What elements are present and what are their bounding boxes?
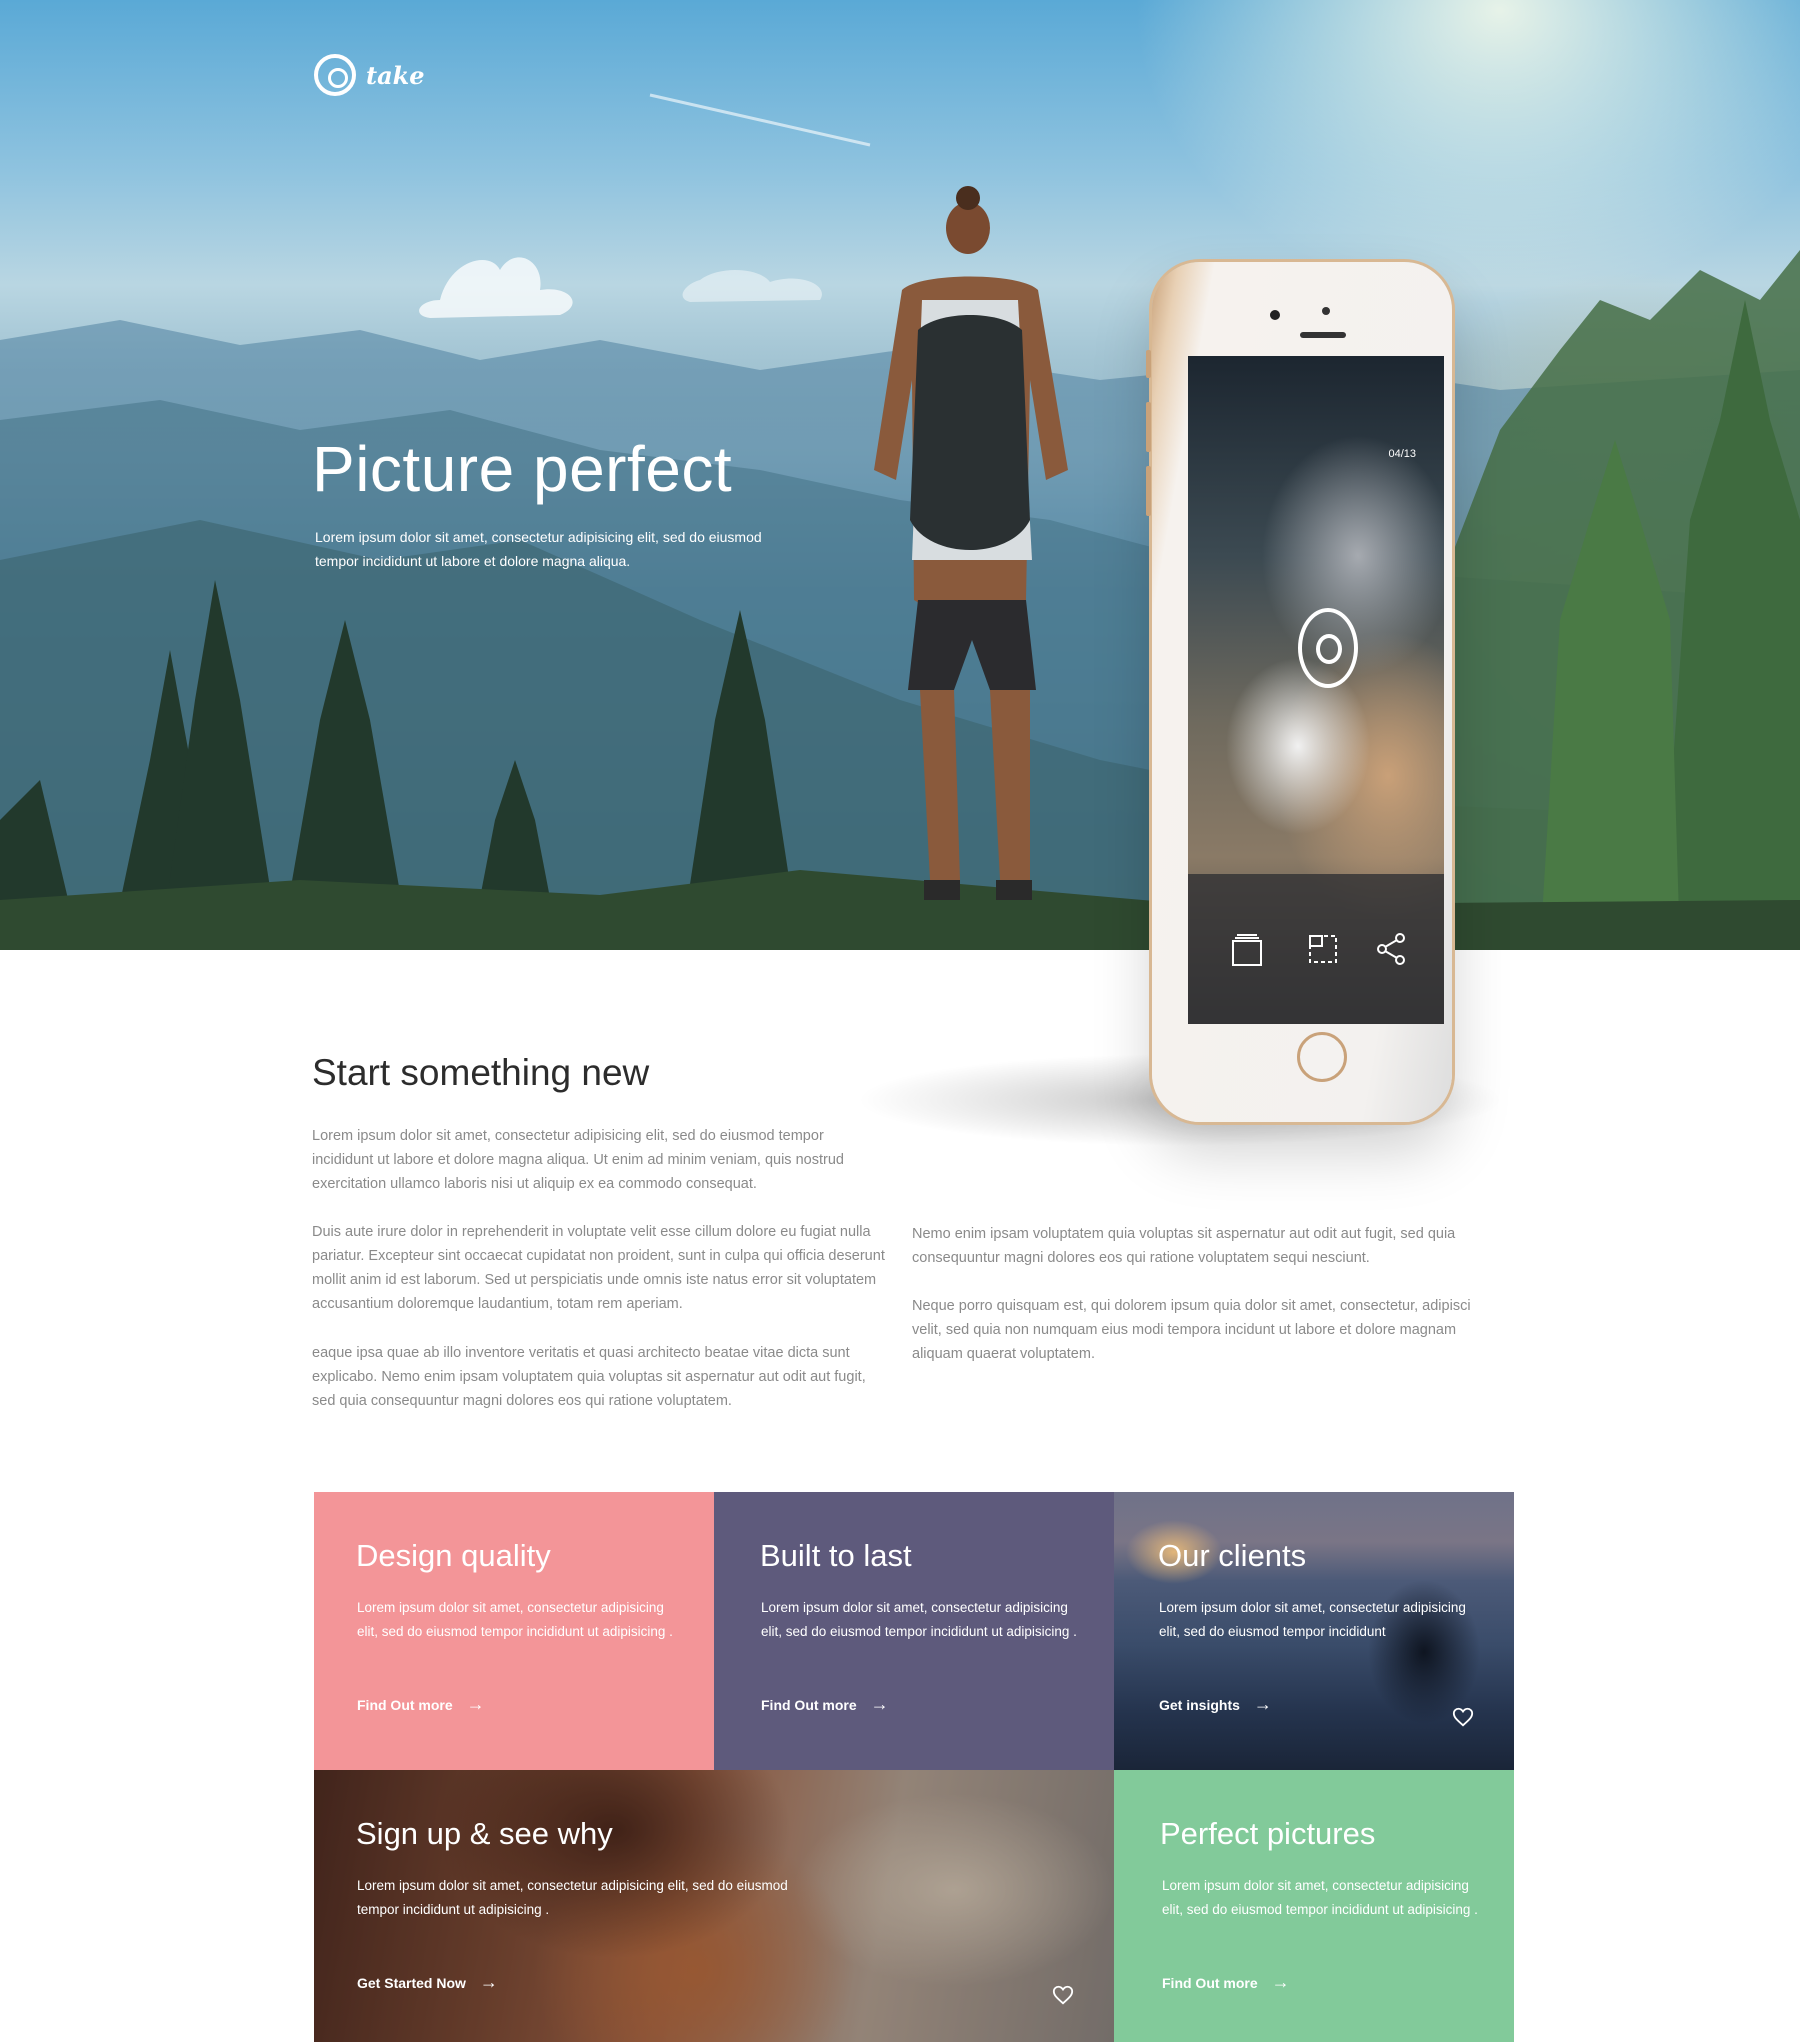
phone-speaker [1300,332,1346,338]
card-built-to-last: Built to last Lorem ipsum dolor sit amet… [714,1492,1114,1770]
cta-label: Get Started Now [357,1974,466,1991]
find-out-more-link[interactable]: Find Out more → [761,1694,889,1715]
card-title: Perfect pictures [1160,1816,1376,1851]
gallery-icon[interactable] [1230,932,1264,966]
crop-icon[interactable] [1306,932,1340,966]
arrow-right-icon: → [1253,1694,1272,1714]
phone-screen: 04/13 [1188,356,1444,1024]
phone-volume-down [1146,466,1151,516]
hero-background-scenery [0,93,1800,950]
logo-icon [314,54,356,96]
find-out-more-link[interactable]: Find Out more → [1162,1972,1290,1993]
card-text: Lorem ipsum dolor sit amet, consectetur … [1159,1600,1466,1639]
card-our-clients: Our clients Lorem ipsum dolor sit amet, … [1114,1492,1514,1770]
card-title: Built to last [760,1538,912,1573]
arrow-right-icon: → [466,1694,485,1714]
card-title: Sign up & see why [356,1816,613,1851]
find-out-more-link[interactable]: Find Out more → [357,1694,485,1715]
arrow-right-icon: → [1271,1972,1290,1992]
card-design-quality: Design quality Lorem ipsum dolor sit ame… [314,1492,714,1770]
brand-name: take [366,60,425,90]
cta-label: Get insights [1159,1696,1240,1713]
heart-icon[interactable] [1052,1984,1074,2006]
card-text: Lorem ipsum dolor sit amet, consectetur … [357,1878,788,1917]
intro-paragraph: Nemo enim ipsam voluptatem quia voluptas… [912,1226,1456,1266]
share-icon[interactable] [1374,932,1408,966]
phone-home-button [1297,1032,1347,1082]
hero-title: Picture perfect [312,433,733,505]
phone-sensor [1322,307,1330,315]
card-text: Lorem ipsum dolor sit amet, consectetur … [357,1600,673,1639]
intro-title: Start something new [312,1052,650,1093]
phone-toolbar [1188,874,1444,1024]
card-perfect-pictures: Perfect pictures Lorem ipsum dolor sit a… [1114,1770,1514,2042]
get-insights-link[interactable]: Get insights → [1159,1694,1272,1715]
intro-paragraph: eaque ipsa quae ab illo inventore verita… [312,1345,866,1409]
hero-text: Lorem ipsum dolor sit amet, consectetur … [315,529,762,569]
phone-front-camera [1270,310,1280,320]
card-title: Our clients [1158,1538,1307,1573]
cta-label: Find Out more [357,1696,453,1713]
intro-paragraph: Duis aute irure dolor in reprehenderit i… [312,1224,885,1312]
intro-paragraph: Lorem ipsum dolor sit amet, consectetur … [312,1128,844,1192]
get-started-now-link[interactable]: Get Started Now → [357,1972,498,1993]
card-title: Design quality [356,1538,551,1573]
card-sign-up: Sign up & see why Lorem ipsum dolor sit … [314,1770,1114,2042]
phone-mute-switch [1146,350,1151,378]
hero-section: take Picture perfect Lorem ipsum dolor s… [0,0,1800,950]
brand-logo[interactable]: take [314,54,425,96]
card-text: Lorem ipsum dolor sit amet, consectetur … [761,1600,1077,1639]
phone-volume-up [1146,402,1151,452]
card-text: Lorem ipsum dolor sit amet, consectetur … [1162,1878,1478,1917]
cta-label: Find Out more [1162,1974,1258,1991]
intro-paragraph: Neque porro quisquam est, qui dolorem ip… [912,1298,1471,1362]
heart-icon[interactable] [1452,1706,1474,1728]
cta-label: Find Out more [761,1696,857,1713]
photo-counter: 04/13 [1388,448,1416,460]
arrow-right-icon: → [479,1972,498,1992]
camera-shutter-icon[interactable] [1298,608,1358,688]
phone-mockup: 04/13 [1146,262,1452,1122]
arrow-right-icon: → [870,1694,889,1714]
